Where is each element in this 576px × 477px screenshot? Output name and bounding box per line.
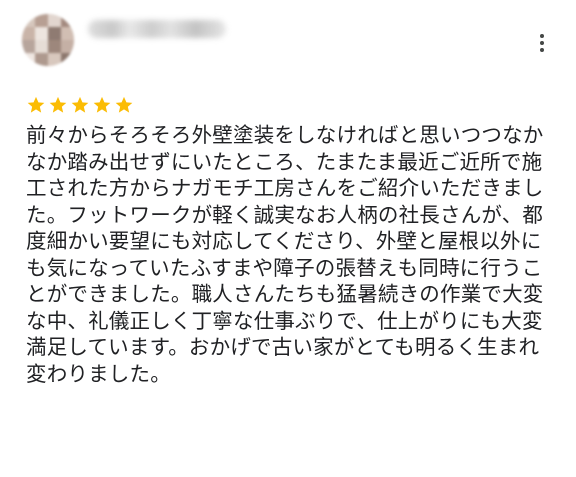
more-vert-icon-dot bbox=[540, 41, 544, 45]
review-line: た。フットワークが軽く誠実なお人柄の社長さんが、都 bbox=[26, 202, 544, 227]
review-line: も気になっていたふすまや障子の張替えも同時に行うこ bbox=[26, 255, 543, 280]
review-line: とができました。職人さんたちも猛暑続きの作業で大変 bbox=[26, 282, 544, 306]
avatar-mosaic-tile bbox=[48, 53, 61, 66]
more-vert-icon-dot bbox=[540, 34, 544, 38]
reviewer-avatar[interactable] bbox=[22, 14, 74, 66]
star-icon bbox=[115, 96, 133, 113]
star-rating bbox=[26, 95, 134, 115]
star-icon bbox=[71, 96, 89, 113]
more-options-button[interactable] bbox=[532, 31, 552, 55]
avatar-mosaic-tile bbox=[35, 27, 48, 40]
avatar-mosaic-tile bbox=[35, 14, 48, 27]
avatar-mosaic-tile bbox=[35, 53, 48, 66]
avatar-mosaic-tile bbox=[61, 27, 74, 40]
reviewer-name-redacted bbox=[88, 20, 226, 38]
avatar-mosaic-tile bbox=[61, 14, 74, 27]
review-line: なか踏み出せずにいたところ、たまたま最近ご近所で施 bbox=[26, 149, 543, 174]
avatar-mosaic-tile bbox=[22, 14, 35, 27]
review-line: 工された方からナガモチ工房さんをご紹介いただきまし bbox=[26, 176, 544, 200]
star-icon bbox=[27, 96, 45, 113]
avatar-mosaic-tile bbox=[48, 27, 61, 40]
avatar-mosaic-tile bbox=[48, 40, 61, 53]
review-line: 前々からそろそろ外壁塗装をしなければと思いつつなか bbox=[26, 123, 544, 147]
avatar-mosaic-tile bbox=[48, 14, 61, 27]
review-line: な中、礼儀正しく丁寧な仕事ぶりで、仕上がりにも大変 bbox=[26, 308, 543, 333]
avatar-mosaic-tile bbox=[22, 53, 35, 66]
avatar-mosaic-tile bbox=[61, 53, 74, 66]
more-vert-icon-dot bbox=[540, 48, 544, 52]
star-icon bbox=[49, 96, 67, 113]
review-line: 度細かい要望にも対応してくださり、外壁と屋根以外に bbox=[26, 229, 542, 253]
star-icon bbox=[93, 96, 111, 113]
avatar-mosaic-tile bbox=[35, 40, 48, 53]
review-line: 満足しています。おかげで古い家がとても明るく生まれ bbox=[26, 335, 540, 359]
avatar-mosaic-tile bbox=[22, 27, 35, 40]
avatar-mosaic-tile bbox=[61, 40, 74, 53]
review-text: 前々からそろそろ外壁塗装をしなければと思いつつなか なか踏み出せずにいたところ、… bbox=[26, 122, 562, 387]
review-line: 変わりました。 bbox=[26, 361, 171, 386]
avatar-mosaic-tile bbox=[22, 40, 35, 53]
